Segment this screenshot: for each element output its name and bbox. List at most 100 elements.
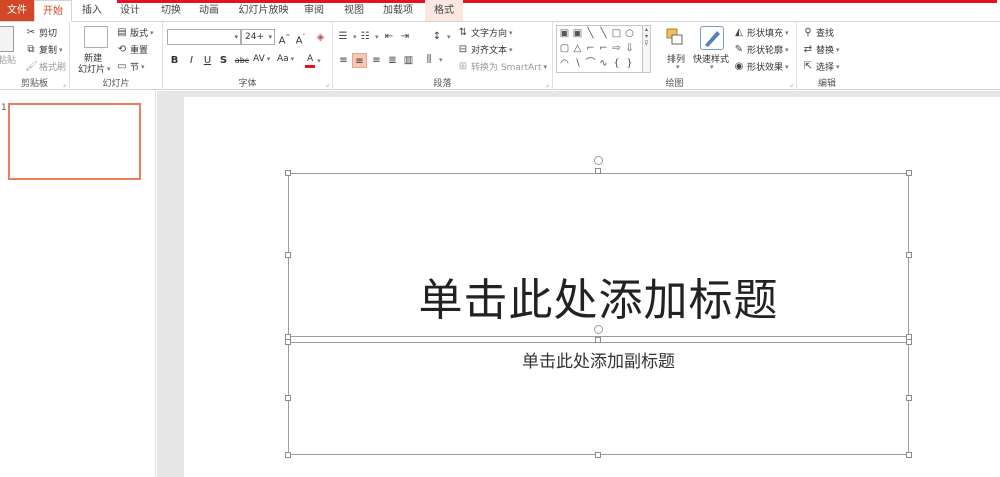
char-spacing-button[interactable]: AV ▾ (253, 54, 270, 64)
bullets-button[interactable]: ☰ ▾ (337, 31, 357, 43)
paste-button[interactable]: 粘贴 (0, 53, 16, 66)
distributed-icon[interactable]: ▥ (401, 53, 416, 68)
numbering-button[interactable]: ☷ ▾ (359, 31, 379, 43)
line-spacing-button[interactable]: ↕ ▾ (431, 31, 451, 43)
subtitle-placeholder[interactable]: 单击此处添加副标题 (288, 342, 909, 455)
text-direction-button[interactable]: ⇅ 文字方向 ▾ (457, 26, 513, 40)
elbow-arrow-shape-icon[interactable]: ⌐ (598, 43, 609, 54)
replace-button[interactable]: ⇄ 替换 ▾ (802, 43, 840, 57)
font-size-combo[interactable]: 24+ ▾ (241, 29, 275, 45)
oval-shape-icon[interactable]: ○ (624, 28, 635, 39)
subtitle-handle-right[interactable] (906, 395, 912, 401)
tab-review[interactable]: 审阅 (298, 0, 330, 21)
shrink-font-icon[interactable]: Aˇ (293, 30, 308, 46)
subtitle-handle-top[interactable] (595, 337, 601, 343)
new-slide-icon[interactable] (84, 26, 108, 48)
shadow-button[interactable]: S (216, 53, 231, 68)
columns-button[interactable]: ⫼ ▾ (423, 54, 443, 66)
bold-button[interactable]: B (167, 53, 182, 68)
paragraph-launcher-icon[interactable]: ⌟ (546, 80, 549, 88)
tab-insert[interactable]: 插入 (76, 0, 108, 21)
arc-shape-icon[interactable]: ⌒ (585, 58, 596, 69)
decrease-indent-button[interactable]: ⇤ (383, 31, 397, 43)
title-placeholder[interactable]: 单击此处添加标题 (288, 173, 909, 337)
tab-view[interactable]: 视图 (338, 0, 370, 21)
font-launcher-icon[interactable]: ⌟ (326, 80, 329, 88)
wave-shape-icon[interactable]: ∿ (598, 58, 609, 69)
format-painter-button[interactable]: 🖌 格式刷 (25, 60, 66, 74)
subtitle-handle-br[interactable] (906, 452, 912, 458)
subtitle-handle-tr[interactable] (906, 339, 912, 345)
brace-right-shape-icon[interactable]: } (624, 58, 635, 69)
clear-format-icon[interactable]: ◈ (313, 30, 328, 45)
title-handle-left[interactable] (285, 252, 291, 258)
subtitle-handle-bl[interactable] (285, 452, 291, 458)
shapes-gallery[interactable]: ▣ ▣ ╲ ╲ □ ○ ▢ △ ⌐ ⌐ ⇨ ⇩ ◠ ∖ ⌒ ∿ { } ▴ ▾ ⊽ (556, 25, 651, 73)
subtitle-handle-bottom[interactable] (595, 452, 601, 458)
align-left-icon[interactable]: ≡ (336, 53, 351, 68)
change-case-button[interactable]: Aa ▾ (277, 54, 294, 64)
grow-font-icon[interactable]: A^ (277, 30, 292, 46)
rectangle-shape-icon[interactable]: □ (611, 28, 622, 39)
title-handle-right[interactable] (906, 252, 912, 258)
rounded-rect-shape-icon[interactable]: ▢ (559, 43, 570, 54)
title-rotate-handle[interactable] (594, 156, 603, 165)
tab-slideshow[interactable]: 幻灯片放映 (236, 0, 291, 21)
arrange-dropdown-icon[interactable]: ▾ (674, 63, 680, 71)
title-handle-tr[interactable] (906, 170, 912, 176)
title-placeholder-text[interactable]: 单击此处添加标题 (289, 264, 908, 328)
font-name-combo[interactable]: ▾ (167, 29, 241, 45)
textbox-shape-icon[interactable]: ▣ (559, 28, 570, 39)
align-text-button[interactable]: ⊟ 对齐文本 ▾ (457, 43, 513, 57)
tab-home[interactable]: 开始 (34, 0, 72, 22)
vertical-textbox-shape-icon[interactable]: ▣ (572, 28, 583, 39)
slide[interactable]: 单击此处添加标题 单击此处添加副标题 (184, 97, 1000, 477)
shape-outline-button[interactable]: ✎ 形状轮廓 ▾ (733, 43, 789, 57)
align-center-icon[interactable]: ≡ (352, 53, 367, 68)
shape-fill-button[interactable]: ◭ 形状填充 ▾ (733, 26, 788, 40)
paste-icon[interactable] (0, 26, 14, 52)
triangle-shape-icon[interactable]: △ (572, 43, 583, 54)
reset-button[interactable]: ⟲ 重置 (116, 43, 148, 57)
right-arrow-shape-icon[interactable]: ⇨ (611, 43, 622, 54)
subtitle-handle-tl[interactable] (285, 339, 291, 345)
convert-smartart-button[interactable]: ⊞ 转换为 SmartArt ▾ (457, 60, 547, 74)
subtitle-placeholder-text[interactable]: 单击此处添加副标题 (289, 347, 908, 372)
shape-effects-button[interactable]: ◉ 形状效果 ▾ (733, 60, 789, 74)
cut-button[interactable]: ✂ 剪切 (25, 26, 57, 40)
slide-thumbnail[interactable] (8, 103, 141, 180)
title-handle-tl[interactable] (285, 170, 291, 176)
arrange-icon[interactable] (665, 26, 685, 48)
select-button[interactable]: ⇱ 选择 ▾ (802, 60, 840, 74)
shapes-gallery-scroll[interactable]: ▴ ▾ ⊽ (642, 26, 650, 72)
down-arrow-shape-icon[interactable]: ⇩ (624, 43, 635, 54)
elbow-connector-shape-icon[interactable]: ⌐ (585, 43, 596, 54)
strikethrough-button[interactable]: abc (233, 53, 251, 68)
new-slide-button[interactable]: 幻灯片 ▾ (78, 62, 111, 76)
subtitle-rotate-handle[interactable] (594, 325, 603, 334)
quick-styles-dropdown-icon[interactable]: ▾ (708, 63, 714, 71)
subtitle-handle-left[interactable] (285, 395, 291, 401)
brace-left-shape-icon[interactable]: { (611, 58, 622, 69)
tab-transitions[interactable]: 切换 (155, 0, 187, 21)
tab-design[interactable]: 设计 (114, 0, 146, 21)
find-button[interactable]: ⚲ 查找 (802, 26, 834, 40)
curve-shape-icon[interactable]: ∖ (572, 58, 583, 69)
line-shape-icon[interactable]: ╲ (585, 28, 596, 39)
tab-format[interactable]: 格式 (425, 0, 463, 21)
increase-indent-button[interactable]: ⇥ (399, 31, 413, 43)
drawing-launcher-icon[interactable]: ⌟ (790, 80, 793, 88)
arrow-line-shape-icon[interactable]: ╲ (598, 28, 609, 39)
font-color-button[interactable]: A ▾ (305, 54, 321, 68)
tab-file[interactable]: 文件 (0, 0, 34, 21)
align-right-icon[interactable]: ≡ (369, 53, 384, 68)
title-handle-top[interactable] (595, 168, 601, 174)
justify-icon[interactable]: ≣ (385, 53, 400, 68)
section-button[interactable]: ▭ 节 ▾ (116, 60, 144, 74)
tab-addins[interactable]: 加载项 (377, 0, 419, 21)
layout-button[interactable]: ▤ 版式 ▾ (116, 26, 153, 40)
underline-button[interactable]: U (200, 53, 215, 68)
freeform-shape-icon[interactable]: ◠ (559, 58, 570, 69)
clipboard-launcher-icon[interactable]: ⌟ (63, 80, 66, 88)
italic-button[interactable]: I (184, 53, 199, 68)
